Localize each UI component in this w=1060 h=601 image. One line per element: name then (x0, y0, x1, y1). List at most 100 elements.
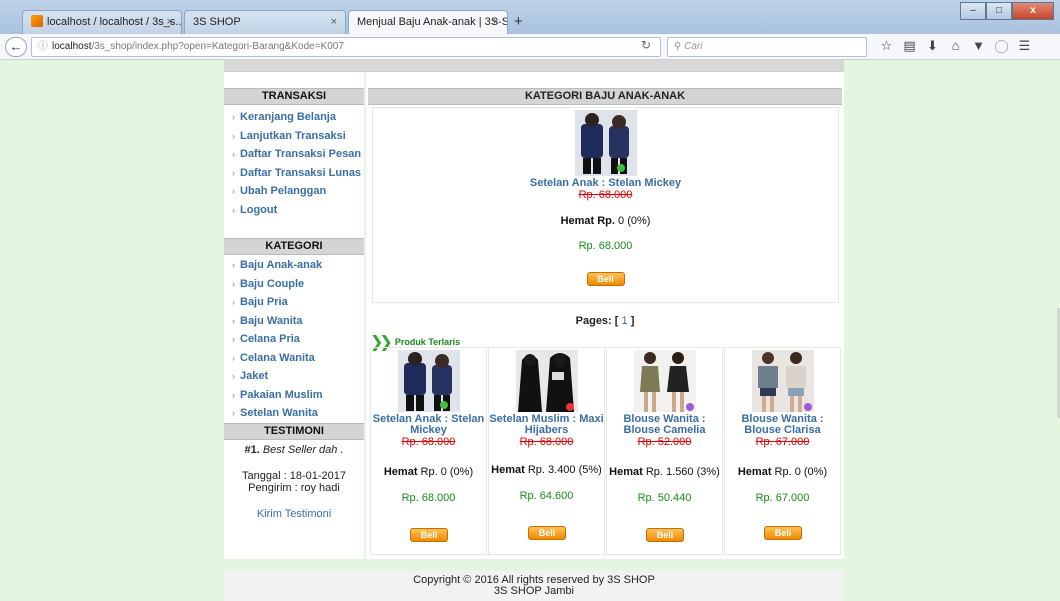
reading-list-icon[interactable]: ▤ (898, 38, 921, 54)
home-icon[interactable]: ⌂ (944, 38, 967, 54)
sidebar-item-logout[interactable]: › Logout (232, 201, 364, 220)
bullet-icon: › (232, 112, 235, 122)
beli-button[interactable]: Beli (764, 526, 802, 540)
product-image[interactable] (574, 110, 637, 176)
kategori-item-celana-wanita[interactable]: › Celana Wanita (232, 349, 364, 368)
tab-close-icon[interactable]: × (331, 11, 337, 33)
kategori-list: › Baju Anak-anak › Baju Couple › Baju Pria … (224, 255, 364, 423)
bullet-icon: › (232, 315, 235, 326)
product-photo-icon (397, 350, 460, 412)
bullet-icon: › (232, 297, 235, 307)
bullet-icon: › (232, 408, 235, 418)
product-name[interactable]: Setelan Anak : Stelan Mickey (371, 414, 486, 436)
category-title: KATEGORI BAJU ANAK-ANAK (368, 88, 842, 105)
bookmark-star-icon[interactable]: ☆ (875, 38, 898, 54)
hemat-label: Hemat (491, 464, 525, 476)
product-image[interactable] (397, 350, 460, 412)
hemat-value: Rp. 0 (0%) (420, 466, 474, 478)
footer: Copyright © 2016 All rights reserved by … (224, 571, 844, 601)
tab-3s-shop[interactable]: 3S SHOP × (184, 10, 346, 34)
download-icon[interactable]: ⬇ (921, 38, 944, 54)
item-label: Daftar Transaksi Lunas (240, 166, 362, 179)
sidebar-item-daftar-lunas[interactable]: › Daftar Transaksi Lunas (232, 164, 364, 183)
product-photo-icon (751, 350, 814, 412)
kategori-item-baju-wanita[interactable]: › Baju Wanita (232, 312, 364, 331)
kategori-item-pakaian-muslim[interactable]: › Pakaian Muslim (232, 386, 364, 405)
site-info-icon[interactable]: ⓘ (38, 41, 48, 52)
bullet-icon: › (232, 389, 235, 400)
page-link-1[interactable]: 1 (622, 315, 628, 327)
reload-icon[interactable]: ↻ (641, 38, 651, 52)
product-card: Blouse Wanita : Blouse Clarisa Rp. 67.00… (724, 347, 841, 555)
tab-title: Menjual Baju Anak-anak | 3S-S... (357, 16, 508, 28)
hemat-text: Hemat Rp. 0 (0%) (371, 466, 486, 478)
new-price: Rp. 67.000 (755, 492, 810, 504)
beli-button[interactable]: Beli (646, 528, 684, 542)
minimize-button[interactable]: – (960, 2, 986, 20)
kirim-testimoni-link[interactable]: Kirim Testimoni (224, 508, 364, 520)
kategori-item-jaket[interactable]: › Jaket (232, 367, 364, 386)
maximize-button[interactable]: □ (986, 2, 1012, 20)
item-label: Celana Wanita (240, 351, 315, 364)
sidebar-item-daftar-pesan[interactable]: › Daftar Transaksi Pesan (232, 145, 364, 164)
testimoni-date: Tanggal : 18-01-2017 (242, 469, 346, 482)
bullet-icon: › (232, 260, 235, 270)
product-name[interactable]: Blouse Wanita : Blouse Camelia (607, 414, 722, 436)
kategori-item-baju-couple[interactable]: › Baju Couple (232, 275, 364, 294)
search-input[interactable]: ⚲ Cari (667, 37, 867, 57)
bullet-icon: › (232, 334, 235, 344)
address-bar[interactable]: ⓘ localhost/3s_shop/index.php?open=Katego… (31, 37, 661, 57)
sidebar-item-ubah-pelanggan[interactable]: › Ubah Pelanggan (232, 182, 364, 201)
product-grid: Setelan Anak : Stelan Mickey Rp. 68.000 … (370, 347, 842, 555)
product-name[interactable]: Setelan Anak : Stelan Mickey (373, 178, 838, 189)
item-label: Baju Couple (240, 277, 305, 290)
close-window-button[interactable]: x (1012, 2, 1054, 20)
addon-icon[interactable]: ◯ (990, 38, 1013, 54)
product-name[interactable]: Setelan Muslim : Maxi Hijabers (489, 414, 604, 436)
tab-menjual-baju[interactable]: Menjual Baju Anak-anak | 3S-S... × (348, 10, 508, 35)
pocket-icon[interactable]: ▼ (967, 38, 990, 54)
transaksi-title: TRANSAKSI (224, 88, 364, 105)
item-label: Daftar Transaksi Pesan (240, 148, 362, 160)
product-photo-icon (515, 350, 578, 412)
bullet-icon: › (232, 167, 235, 178)
product-name[interactable]: Blouse Wanita : Blouse Clarisa (725, 414, 840, 436)
sidebar-item-keranjang[interactable]: › Keranjang Belanja (232, 108, 364, 127)
hemat-text: Hemat Rp. 1.560 (3%) (607, 466, 722, 478)
beli-button[interactable]: Beli (528, 526, 566, 540)
tab-phpmyadmin[interactable]: localhost / localhost / 3s_s... × (22, 10, 182, 34)
tab-close-icon[interactable]: × (493, 11, 499, 33)
hemat-label: Hemat Rp. (560, 215, 615, 227)
kategori-item-baju-anak[interactable]: › Baju Anak-anak (232, 256, 364, 275)
back-button[interactable]: ← (5, 37, 27, 57)
product-image[interactable] (751, 350, 814, 412)
bullet-icon: › (232, 130, 235, 141)
product-image[interactable] (633, 350, 696, 412)
menu-icon[interactable]: ☰ (1013, 38, 1036, 54)
item-label: Pakaian Muslim (240, 388, 323, 401)
product-image[interactable] (515, 350, 578, 412)
kategori-item-setelan-wanita[interactable]: › Setelan Wanita (232, 404, 364, 423)
product-card: Blouse Wanita : Blouse Camelia Rp. 52.00… (606, 347, 723, 555)
new-price: Rp. 50.440 (637, 492, 692, 504)
hemat-text: Hemat Rp. 0 (0%) (373, 215, 838, 227)
kategori-item-celana-pria[interactable]: › Celana Pria (232, 330, 364, 349)
bullet-icon: › (232, 186, 235, 196)
sidebar-item-lanjutkan[interactable]: › Lanjutkan Transaksi (232, 127, 364, 146)
item-label: Keranjang Belanja (240, 111, 336, 123)
kategori-item-baju-pria[interactable]: › Baju Pria (232, 293, 364, 312)
tab-title: 3S SHOP (193, 16, 241, 28)
new-price: Rp. 68.000 (578, 240, 633, 252)
old-price: Rp. 68.000 (519, 436, 574, 448)
new-price: Rp. 68.000 (401, 492, 456, 504)
new-tab-button[interactable]: + (514, 13, 523, 30)
item-label: Jaket (240, 370, 269, 382)
tab-close-icon[interactable]: × (167, 11, 173, 33)
beli-button[interactable]: Beli (586, 272, 625, 286)
phpmyadmin-favicon-icon (31, 15, 43, 27)
testimoni-title: TESTIMONI (224, 422, 364, 440)
hemat-label: Hemat (609, 466, 643, 478)
hemat-text: Hemat Rp. 3.400 (5%) (489, 464, 604, 476)
item-label: Lanjutkan Transaksi (240, 129, 346, 142)
beli-button[interactable]: Beli (410, 528, 448, 542)
